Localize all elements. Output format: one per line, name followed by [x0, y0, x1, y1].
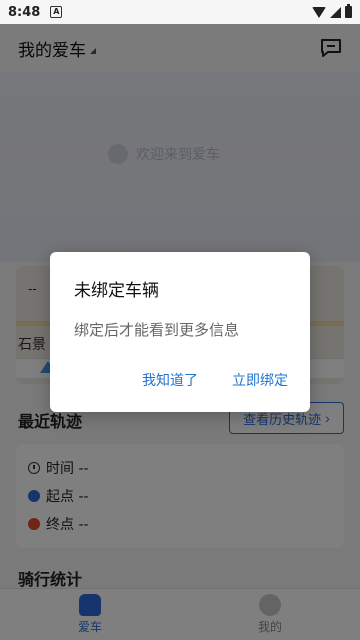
signal-icon: [330, 6, 341, 18]
notification-icon: A: [50, 6, 63, 18]
status-bar: 8:48 A: [0, 0, 360, 24]
bind-vehicle-dialog: 未绑定车辆 绑定后才能看到更多信息 我知道了 立即绑定: [50, 252, 310, 412]
dialog-actions: 我知道了 立即绑定: [142, 370, 288, 390]
dismiss-button[interactable]: 我知道了: [142, 370, 198, 390]
status-time: 8:48: [8, 4, 41, 20]
status-icons: [312, 4, 352, 18]
battery-icon: [345, 4, 352, 18]
wifi-icon: [312, 6, 326, 18]
dialog-message: 绑定后才能看到更多信息: [74, 321, 240, 339]
dialog-title: 未绑定车辆: [74, 281, 159, 301]
bind-now-button[interactable]: 立即绑定: [232, 370, 288, 390]
